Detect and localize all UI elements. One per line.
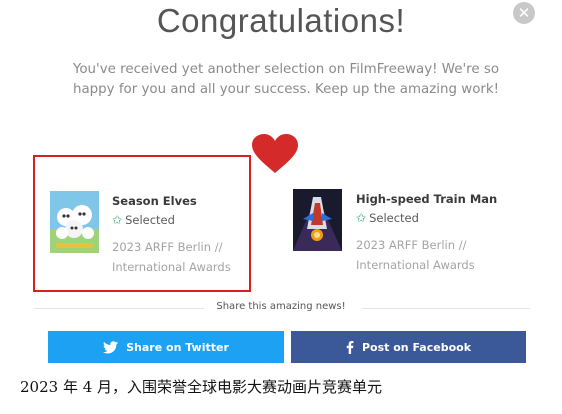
status-label: Selected (125, 213, 175, 227)
post-facebook-label: Post on Facebook (361, 340, 472, 354)
share-twitter-label: Share on Twitter (126, 340, 229, 354)
post-facebook-button[interactable]: Post on Facebook (291, 331, 526, 363)
share-twitter-button[interactable]: Share on Twitter (48, 331, 284, 363)
film-title: Season Elves (112, 194, 197, 208)
film-title: High-speed Train Man (356, 192, 498, 206)
poster-high-speed-train-man (293, 189, 342, 251)
twitter-icon (103, 340, 119, 353)
star-icon: ✩ (356, 211, 367, 225)
status-badge: ✩ Selected (356, 211, 419, 225)
selection-card-high-speed-train-man[interactable]: High-speed Train Man ✩ Selected 2023 ARF… (278, 155, 498, 288)
star-icon: ✩ (112, 213, 123, 227)
festival-name: 2023 ARFF Berlin // International Awards (356, 238, 475, 272)
facebook-icon (346, 340, 354, 354)
status-label: Selected (369, 211, 419, 225)
dialog-message: You've received yet another selection on… (72, 62, 500, 97)
share-prompt: Share this amazing news! (216, 301, 346, 312)
selection-card-season-elves[interactable]: Season Elves ✩ Selected 2023 ARFF Berlin… (33, 155, 251, 292)
status-badge: ✩ Selected (112, 213, 175, 227)
festival-name: 2023 ARFF Berlin // International Awards (112, 240, 231, 274)
caption: 2023 年 4 月，入围荣誉全球电影大赛动画片竞赛单元 (20, 378, 383, 396)
dialog-title: Congratulations! (156, 2, 406, 39)
poster-season-elves (50, 191, 99, 253)
